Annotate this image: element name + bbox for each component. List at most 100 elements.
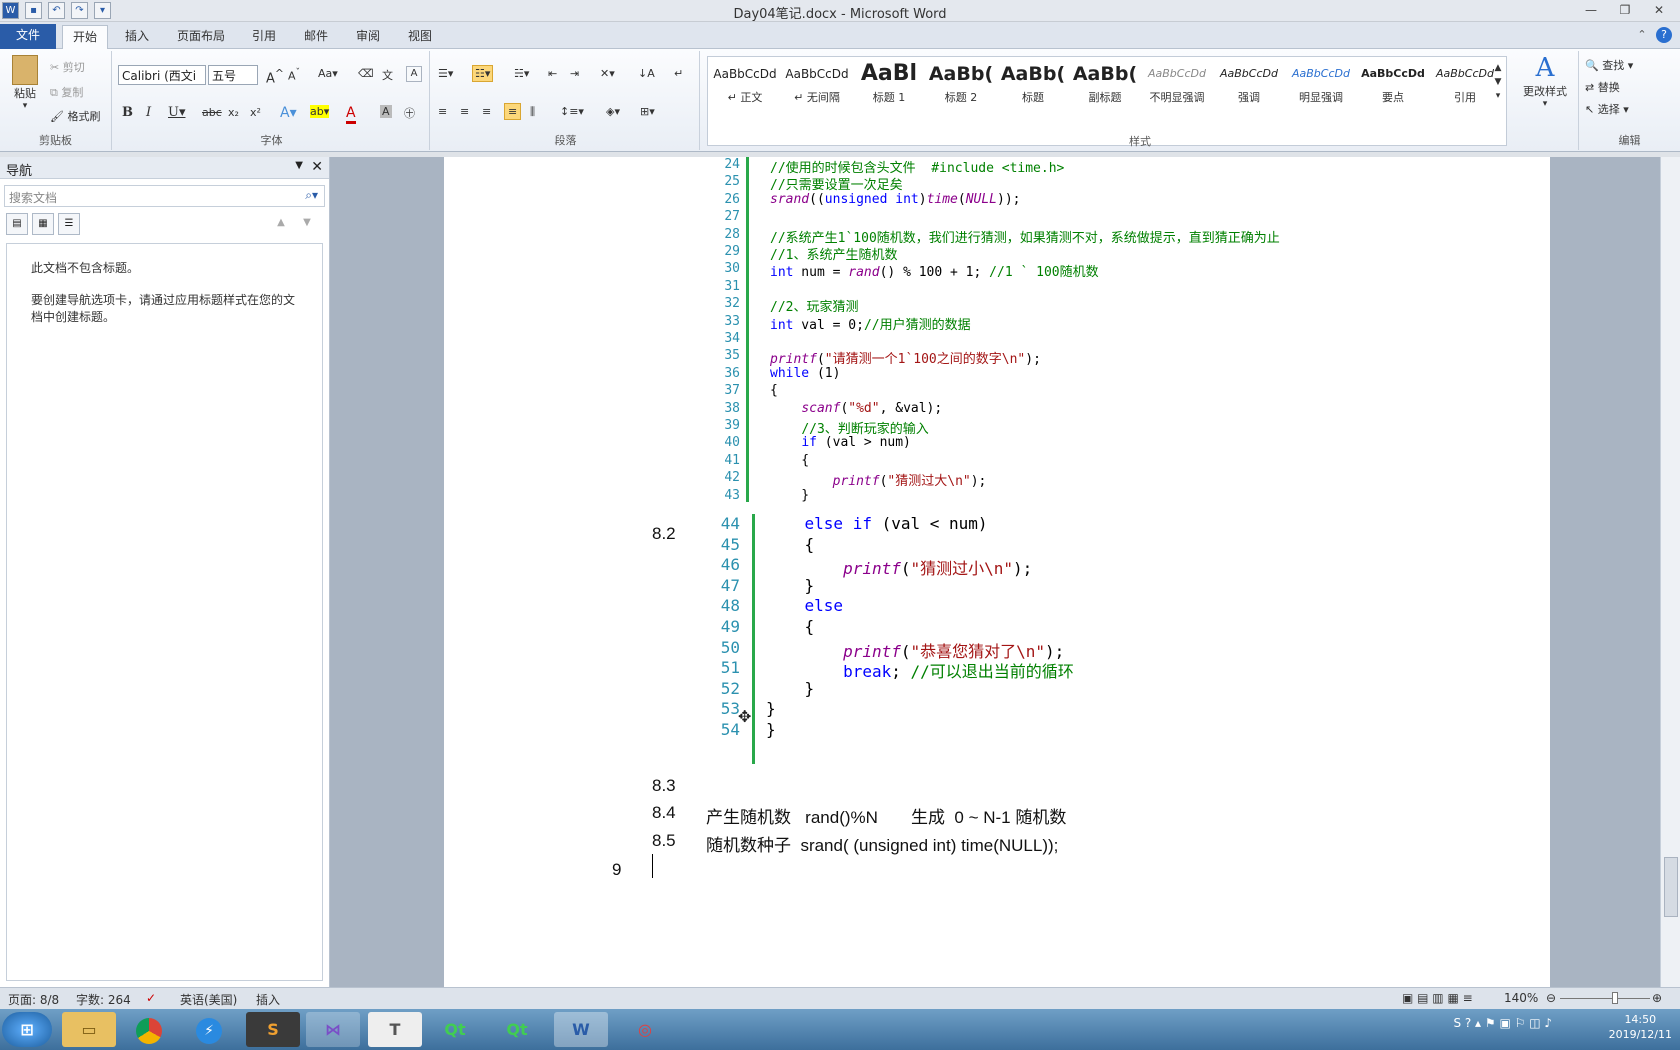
- results-view-icon[interactable]: ☰: [58, 213, 80, 235]
- style-subtitle[interactable]: AaBb(副标题: [1070, 59, 1140, 115]
- visual-studio-icon[interactable]: ⋈: [306, 1012, 360, 1047]
- styles-scroll-icon[interactable]: ▲ ▼ ▾: [1492, 61, 1504, 103]
- style-heading-1[interactable]: AaBl 标题 1: [854, 59, 924, 115]
- change-styles-button[interactable]: A 更改样式 ▾: [1518, 53, 1572, 109]
- tray-icons[interactable]: S ? ▴ ⚑ ▣ ⚐ ◫ ♪: [1453, 1016, 1552, 1031]
- style-heading-2[interactable]: AaBb(标题 2: [926, 59, 996, 115]
- clear-format-icon[interactable]: ⌫: [358, 67, 374, 80]
- increase-indent-icon[interactable]: ⇥: [570, 67, 579, 80]
- shrink-font-icon[interactable]: Aˇ: [288, 67, 300, 83]
- clock-date[interactable]: 2019/12/11: [1609, 1027, 1672, 1042]
- language[interactable]: 英语(美国): [180, 991, 237, 1008]
- numbering-icon[interactable]: ☷▾: [472, 65, 494, 82]
- cut-button[interactable]: ✂ 剪切: [50, 59, 85, 75]
- select-button[interactable]: ↖ 选择 ▾: [1585, 101, 1629, 117]
- zoom-out-icon[interactable]: ⊖: [1546, 991, 1556, 1005]
- line-spacing-icon[interactable]: ↕≡▾: [560, 105, 584, 118]
- vertical-scrollbar[interactable]: [1660, 157, 1680, 987]
- qt-icon[interactable]: Qt: [490, 1012, 544, 1047]
- style-normal[interactable]: AaBbCcDd ↵ 正文: [710, 59, 780, 115]
- tab-page-layout[interactable]: 页面布局: [170, 25, 232, 49]
- zoom-in-icon[interactable]: ⊕: [1652, 991, 1662, 1005]
- font-name-select[interactable]: Calibri (西文i: [118, 65, 206, 85]
- justify-icon[interactable]: ≡: [504, 103, 522, 120]
- bold-icon[interactable]: B: [122, 105, 133, 120]
- underline-icon[interactable]: U▾: [168, 105, 185, 120]
- scrollbar-thumb[interactable]: [1664, 857, 1678, 917]
- chrome-icon[interactable]: [122, 1012, 176, 1047]
- pages-view-icon[interactable]: ▦: [32, 213, 54, 235]
- next-heading-icon[interactable]: ▼: [296, 213, 318, 235]
- replace-button[interactable]: ⇄ 替换: [1585, 79, 1620, 95]
- sort-icon[interactable]: ↓A: [638, 67, 655, 80]
- zoom-thumb[interactable]: [1612, 992, 1618, 1004]
- tab-references[interactable]: 引用: [244, 25, 284, 49]
- tab-home[interactable]: 开始: [62, 25, 108, 50]
- style-subtle-emphasis[interactable]: AaBbCcDd 不明显强调: [1142, 59, 1212, 115]
- font-size-select[interactable]: 五号: [208, 65, 258, 85]
- find-button[interactable]: 🔍 查找 ▾: [1585, 57, 1633, 73]
- style-intense-emphasis[interactable]: AaBbCcDd 明显强调: [1286, 59, 1356, 115]
- italic-icon[interactable]: I: [146, 105, 151, 120]
- sublime-icon[interactable]: S: [246, 1012, 300, 1047]
- style-title[interactable]: AaBb(标题: [998, 59, 1068, 115]
- proofing-icon[interactable]: ✓: [146, 991, 156, 1005]
- superscript-icon[interactable]: x²: [250, 106, 261, 119]
- word-icon[interactable]: W: [554, 1012, 608, 1047]
- distributed-icon[interactable]: ⫼: [530, 105, 535, 119]
- align-right-icon[interactable]: ≡: [482, 105, 491, 118]
- grow-font-icon[interactable]: A^: [266, 67, 284, 86]
- style-emphasis[interactable]: AaBbCcDd 强调: [1214, 59, 1284, 115]
- prev-heading-icon[interactable]: ▲: [270, 213, 292, 235]
- tab-view[interactable]: 视图: [400, 25, 440, 49]
- page-count[interactable]: 页面: 8/8: [8, 991, 59, 1008]
- start-button[interactable]: ⊞: [2, 1012, 52, 1047]
- shading-icon[interactable]: ◈▾: [606, 105, 620, 118]
- restore-icon[interactable]: ❐: [1610, 1, 1640, 19]
- typora-icon[interactable]: T: [368, 1012, 422, 1047]
- document-page[interactable]: 24 //使用的时候包含头文件 #include <time.h> 25 //只需要设…: [444, 157, 1550, 987]
- tab-file[interactable]: 文件: [0, 24, 56, 49]
- multilevel-list-icon[interactable]: ☵▾: [514, 67, 529, 80]
- font-color-icon[interactable]: A: [346, 105, 356, 124]
- style-no-spacing[interactable]: AaBbCcDd ↵ 无间隔: [782, 59, 852, 115]
- chinese-layout-icon[interactable]: ✕▾: [600, 67, 615, 80]
- subscript-icon[interactable]: x₂: [228, 106, 239, 119]
- enclose-char-icon[interactable]: ㊉: [404, 105, 415, 121]
- style-quote[interactable]: AaBbCcDd 引用: [1430, 59, 1500, 115]
- bullets-icon[interactable]: ☰▾: [438, 67, 453, 80]
- clock-time[interactable]: 14:50: [1609, 1012, 1672, 1027]
- headings-view-icon[interactable]: ▤: [6, 213, 28, 235]
- help-icon[interactable]: ?: [1656, 27, 1672, 43]
- borders-icon[interactable]: ⊞▾: [640, 105, 655, 118]
- tab-mailings[interactable]: 邮件: [296, 25, 336, 49]
- zoom-level[interactable]: 140%: [1504, 991, 1538, 1005]
- close-pane-icon[interactable]: ✕: [311, 159, 323, 175]
- char-shading-icon[interactable]: A: [380, 105, 392, 118]
- explorer-icon[interactable]: ▭: [62, 1012, 116, 1047]
- align-center-icon[interactable]: ≡: [460, 105, 469, 118]
- minimize-icon[interactable]: —: [1576, 1, 1606, 19]
- phonetic-guide-icon[interactable]: 文: [382, 67, 393, 83]
- align-left-icon[interactable]: ≡: [438, 105, 447, 118]
- zoom-slider[interactable]: ⊖ ⊕: [1546, 991, 1666, 1005]
- show-marks-icon[interactable]: ↵: [674, 67, 683, 80]
- word-count[interactable]: 字数: 264: [76, 991, 131, 1008]
- close-icon[interactable]: ✕: [1644, 1, 1674, 19]
- view-buttons-icon[interactable]: ▣ ▤ ▥ ▦ ≡: [1402, 991, 1473, 1005]
- copy-button[interactable]: ⧉ 复制: [50, 84, 83, 100]
- other-icon[interactable]: ◎: [618, 1012, 672, 1047]
- pane-options-icon[interactable]: ▼: [295, 160, 303, 171]
- highlight-icon[interactable]: ab▾: [310, 105, 330, 118]
- strikethrough-icon[interactable]: abc: [202, 106, 222, 119]
- change-case-icon[interactable]: Aa▾: [318, 67, 338, 80]
- thunder-icon[interactable]: ⚡: [182, 1012, 236, 1047]
- text-effects-icon[interactable]: A▾: [280, 105, 297, 121]
- tab-insert[interactable]: 插入: [116, 25, 158, 49]
- collapse-ribbon-icon[interactable]: ⌃: [1634, 27, 1650, 43]
- qt-icon[interactable]: Qt: [428, 1012, 482, 1047]
- search-document-input[interactable]: 搜索文档 ⌕▾: [4, 185, 325, 207]
- char-border-icon[interactable]: A: [406, 66, 422, 82]
- style-strong[interactable]: AaBbCcDd 要点: [1358, 59, 1428, 115]
- tab-review[interactable]: 审阅: [348, 25, 388, 49]
